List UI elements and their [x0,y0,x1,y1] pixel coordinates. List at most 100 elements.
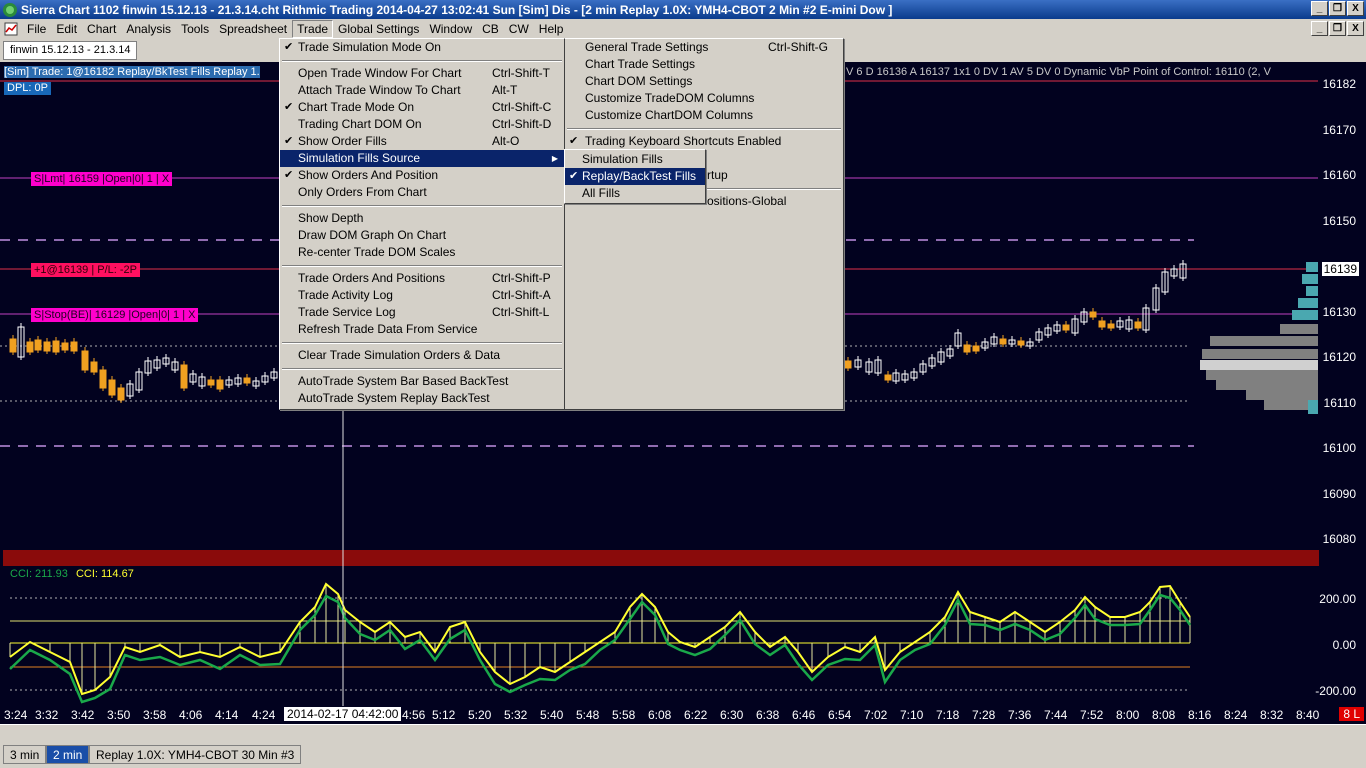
time-label: 8:24 [1224,708,1248,722]
menu-item-trade-18[interactable]: Refresh Trade Data From Service [280,321,564,338]
menu-item-label: Customize TradeDOM Columns [585,91,755,105]
menu-item-trade-12[interactable]: Draw DOM Graph On Chart [280,227,564,244]
volume-profile-bar [1206,370,1318,380]
menu-item-trade-13[interactable]: Re-center Trade DOM Scales [280,244,564,261]
price-bar [207,379,215,386]
menu-item-trade-5[interactable]: Trading Chart DOM On Ctrl-Shift-D [280,116,564,133]
menu-separator [280,338,564,347]
menu-tools[interactable]: Tools [176,20,214,38]
time-label: 7:10 [900,708,924,722]
menu-item-label: Trade Activity Log [298,288,393,302]
menu-global-settings[interactable]: Global Settings [333,20,424,38]
menu-item-label: All Fills [582,186,620,200]
dpl-badge: DPL: 0P [4,82,51,95]
price-label: 16130 [1322,305,1356,319]
price-label: 16110 [1323,396,1356,410]
menu-item-trade-7[interactable]: Simulation Fills Source ▶ [280,150,564,167]
time-label: 7:44 [1044,708,1068,722]
menu-edit[interactable]: Edit [51,20,82,38]
chart-window-icon[interactable] [4,22,18,36]
menu-cw[interactable]: CW [504,20,534,38]
stop-order-tag[interactable]: S|Stop(BE)| 16129 |Open|0| 1 | X [31,308,199,322]
price-bar [1062,324,1070,331]
time-label: 6:30 [720,708,744,722]
menu-item-label: Attach Trade Window To Chart [298,83,461,97]
menu-item-trade-8[interactable]: Show Orders And Position ✔ [280,167,564,184]
menu-item-fills-0[interactable]: Simulation Fills [565,151,705,168]
menu-help[interactable]: Help [534,20,569,38]
menu-item-trade-23[interactable]: AutoTrade System Replay BackTest [280,390,564,407]
tab-3-min[interactable]: 3 min [3,745,47,764]
price-bar [108,379,116,396]
menu-item-trade-17[interactable]: Trade Service Log Ctrl-Shift-L [280,304,564,321]
menu-item-trade-20[interactable]: Clear Trade Simulation Orders & Data [280,347,564,364]
sell-limit-order-tag[interactable]: S|Lmt| 16159 |Open|0| 1 | X [31,172,173,186]
time-label: 8:40 [1296,708,1320,722]
price-bar [1107,323,1115,329]
study-info-text: V 6 D 16136 A 16137 1x1 0 DV 1 AV 5 DV 0… [846,66,1271,78]
checkmark-icon: ✔ [569,170,579,182]
menu-shortcut: Ctrl-Shift-D [492,117,552,131]
restore-button[interactable]: ❐ [1329,1,1346,16]
time-label: 3:42 [71,708,95,722]
price-bar [844,360,852,369]
time-label: 5:32 [504,708,528,722]
tab-2-min[interactable]: 2 min [46,745,90,764]
menu-item-trade-0[interactable]: Trade Simulation Mode On ✔ [280,39,564,56]
cci-line-2 [9,582,1191,696]
minimize-button[interactable]: _ [1311,1,1328,16]
menu-chart[interactable]: Chart [82,20,121,38]
menu-window[interactable]: Window [424,20,477,38]
price-bar [1098,320,1106,328]
price-label: 16160 [1322,168,1356,182]
tab-replay-30-min[interactable]: Replay 1.0X: YMH4-CBOT 30 Min #3 [89,745,302,764]
close-button[interactable]: X [1347,1,1364,16]
time-label: 6:46 [792,708,816,722]
price-bar [1017,340,1025,346]
time-label: 4:14 [215,708,239,722]
menu-item-trade-settings-1[interactable]: Chart Trade Settings [565,56,843,73]
menu-item-trade-3[interactable]: Attach Trade Window To Chart Alt-T [280,82,564,99]
time-label: 6:08 [648,708,672,722]
volume-profile-bar [1200,360,1318,370]
position-tag[interactable]: +1@16139 | P/L: -2P [31,263,141,277]
trade-menu: Trade Simulation Mode On ✔ Open Trade Wind… [279,38,565,410]
menu-item-trade-22[interactable]: AutoTrade System Bar Based BackTest [280,373,564,390]
menu-item-trade-11[interactable]: Show Depth [280,210,564,227]
menu-item-fills-2[interactable]: All Fills [565,185,705,202]
menu-cb[interactable]: CB [477,20,504,38]
child-close-button[interactable]: X [1347,21,1364,36]
menu-item-trade-settings-2[interactable]: Chart DOM Settings [565,73,843,90]
menu-item-label: Chart Trade Mode On [298,100,415,114]
menu-item-trade-4[interactable]: Chart Trade Mode On ✔ Ctrl-Shift-C [280,99,564,116]
menu-item-trade-settings-6[interactable]: Trading Keyboard Shortcuts Enabled ✔ [565,133,843,150]
menu-item-trade-6[interactable]: Show Order Fills ✔ Alt-O [280,133,564,150]
bottom-tab-bar: 3 min 2 min Replay 1.0X: YMH4-CBOT 30 Mi… [0,724,1366,768]
menu-item-trade-16[interactable]: Trade Activity Log Ctrl-Shift-A [280,287,564,304]
cci-level-label: -200.00 [1315,684,1356,698]
volume-profile-bar [1298,298,1318,308]
child-minimize-button[interactable]: _ [1311,21,1328,36]
checkmark-icon: ✔ [284,41,294,53]
volume-profile-bar [1202,349,1318,359]
menu-trade[interactable]: Trade [292,19,334,38]
menu-item-label: Chart DOM Settings [585,74,693,88]
menu-shortcut: Ctrl-Shift-G [768,40,828,54]
time-label: 5:12 [432,708,456,722]
menu-item-trade-9[interactable]: Only Orders From Chart [280,184,564,201]
price-bar [43,341,51,352]
menu-analysis[interactable]: Analysis [121,20,176,38]
chart-tab[interactable]: finwin 15.12.13 - 21.3.14 [3,41,138,60]
time-label: 8:32 [1260,708,1284,722]
menu-shortcut: Ctrl-Shift-L [492,305,550,319]
menu-item-trade-2[interactable]: Open Trade Window For Chart Ctrl-Shift-T [280,65,564,82]
menu-item-trade-15[interactable]: Trade Orders And Positions Ctrl-Shift-P [280,270,564,287]
menu-item-trade-settings-3[interactable]: Customize TradeDOM Columns [565,90,843,107]
menu-item-fills-1[interactable]: Replay/BackTest Fills ✔ [565,168,705,185]
menu-file[interactable]: File [22,20,51,38]
price-bar [61,342,69,351]
menu-item-trade-settings-0[interactable]: General Trade Settings Ctrl-Shift-G [565,39,843,56]
child-restore-button[interactable]: ❐ [1329,21,1346,36]
menu-item-trade-settings-4[interactable]: Customize ChartDOM Columns [565,107,843,124]
menu-spreadsheet[interactable]: Spreadsheet [214,20,292,38]
